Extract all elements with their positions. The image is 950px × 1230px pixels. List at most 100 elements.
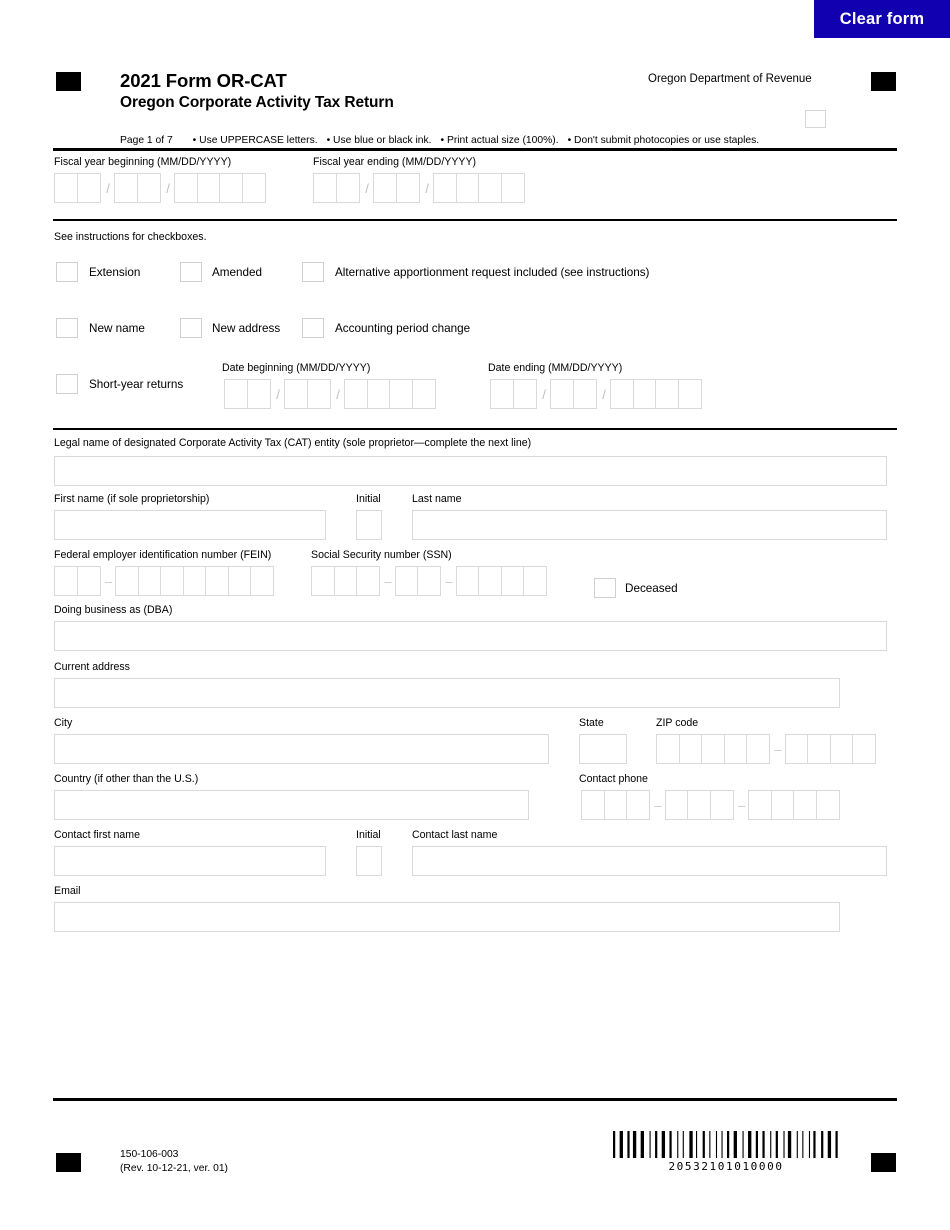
ssn-cell[interactable] [478,566,502,596]
date-cell[interactable] [224,379,248,409]
fein-cell[interactable] [54,566,78,596]
date-cell[interactable] [313,173,337,203]
zip-cell[interactable] [723,734,748,764]
date-cell[interactable] [455,173,480,203]
fein-cell[interactable] [250,566,274,596]
phone-cell[interactable] [748,790,772,820]
date-cell[interactable] [550,379,574,409]
date-cell[interactable] [490,379,514,409]
date-cell[interactable] [344,379,368,409]
zip-cell[interactable] [829,734,854,764]
email-input[interactable] [54,902,840,932]
clear-form-button[interactable]: Clear form [814,0,950,38]
fein-cell[interactable] [76,566,101,596]
department-checkbox[interactable] [805,110,826,128]
date-cell[interactable] [478,173,502,203]
date-cell[interactable] [512,379,537,409]
ssn-input[interactable]: – – [311,566,547,596]
ssn-cell[interactable] [311,566,335,596]
ssn-cell[interactable] [417,566,441,596]
date-cell[interactable] [655,379,679,409]
zip-cell[interactable] [852,734,876,764]
fein-cell[interactable] [160,566,184,596]
zip-cell[interactable] [746,734,770,764]
phone-cell[interactable] [664,790,689,820]
fein-cell[interactable] [137,566,162,596]
state-input[interactable] [579,734,627,764]
date-cell[interactable] [174,173,198,203]
checkbox-new-address[interactable] [180,318,202,338]
date-cell[interactable] [433,173,457,203]
date-cell[interactable] [114,173,138,203]
date-cell[interactable] [335,173,360,203]
checkbox-accounting-period-change[interactable] [302,318,324,338]
date-cell[interactable] [395,173,420,203]
country-input[interactable] [54,790,529,820]
contact-last-name-input[interactable] [412,846,887,876]
date-cell[interactable] [219,173,243,203]
zip-cell[interactable] [784,734,809,764]
date-cell[interactable] [246,379,271,409]
date-cell[interactable] [284,379,308,409]
zip-cell[interactable] [656,734,680,764]
phone-cell[interactable] [770,790,795,820]
last-name-input[interactable] [412,510,887,540]
contact-initial-input[interactable] [356,846,382,876]
fein-cell[interactable] [115,566,139,596]
checkbox-amended[interactable] [180,262,202,282]
date-cell[interactable] [136,173,161,203]
date-cell[interactable] [196,173,221,203]
fein-cell[interactable] [227,566,252,596]
checkbox-alternative-apportionment[interactable] [302,262,324,282]
zip-cell[interactable] [807,734,831,764]
date-cell[interactable] [411,379,436,409]
date-cell[interactable] [306,379,331,409]
date-cell[interactable] [677,379,702,409]
phone-cell[interactable] [581,790,605,820]
phone-cell[interactable] [815,790,840,820]
contact-phone-input[interactable]: – – [581,790,840,820]
ssn-cell[interactable] [333,566,358,596]
date-cell[interactable] [572,379,597,409]
dba-input[interactable] [54,621,887,651]
ssn-cell[interactable] [455,566,480,596]
fein-input[interactable]: – [54,566,274,596]
zip-cell[interactable] [701,734,725,764]
checkbox-short-year-returns[interactable] [56,374,78,394]
fiscal-year-beginning-input[interactable]: / / [54,173,266,203]
first-name-input[interactable] [54,510,326,540]
legal-name-input[interactable] [54,456,887,486]
contact-first-name-input[interactable] [54,846,326,876]
phone-cell[interactable] [687,790,711,820]
zip-code-input[interactable]: – [656,734,876,764]
checkbox-deceased[interactable] [594,578,616,598]
phone-cell[interactable] [603,790,628,820]
fein-cell[interactable] [182,566,207,596]
date-cell[interactable] [389,379,413,409]
ssn-cell[interactable] [356,566,380,596]
date-cell[interactable] [366,379,391,409]
date-cell[interactable] [610,379,634,409]
ssn-cell[interactable] [394,566,419,596]
short-year-date-ending-input[interactable]: / / [490,379,702,409]
checkbox-extension[interactable] [56,262,78,282]
date-cell[interactable] [76,173,101,203]
ssn-cell[interactable] [523,566,547,596]
short-year-date-beginning-input[interactable]: / / [224,379,436,409]
current-address-input[interactable] [54,678,840,708]
date-cell[interactable] [632,379,657,409]
city-input[interactable] [54,734,549,764]
phone-cell[interactable] [709,790,734,820]
date-cell[interactable] [500,173,525,203]
date-cell[interactable] [54,173,78,203]
date-cell[interactable] [241,173,266,203]
initial-input[interactable] [356,510,382,540]
ssn-cell[interactable] [500,566,525,596]
checkbox-new-name[interactable] [56,318,78,338]
phone-cell[interactable] [793,790,817,820]
fiscal-year-ending-input[interactable]: / / [313,173,525,203]
fein-cell[interactable] [205,566,229,596]
date-cell[interactable] [373,173,397,203]
phone-cell[interactable] [626,790,650,820]
zip-cell[interactable] [678,734,703,764]
